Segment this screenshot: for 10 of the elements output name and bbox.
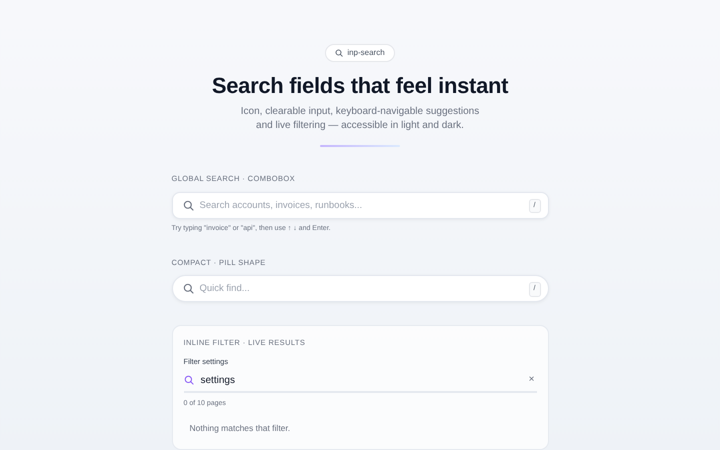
search-icon (335, 49, 344, 57)
filter-input[interactable]: settings (198, 372, 522, 389)
page-subtitle: Icon, clearable input, keyboard-navigable suggestions and live filtering — accessible in light and dark. (240, 105, 480, 134)
search-icon (182, 200, 194, 211)
search-icon (184, 375, 194, 386)
search-icon (182, 283, 194, 294)
page-title: Search fields that feel instant (210, 73, 510, 100)
clear-button[interactable]: × (526, 375, 536, 386)
empty-message: Nothing matches that filter. (190, 422, 292, 436)
tag-badge: inp-search (325, 44, 395, 62)
